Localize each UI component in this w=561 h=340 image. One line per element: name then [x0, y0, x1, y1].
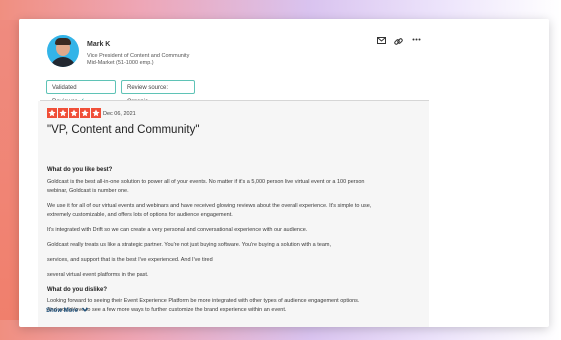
star-icon	[47, 108, 57, 118]
reviewer-segment: Mid-Market (51-1000 emp.)	[87, 60, 154, 66]
review-source-badge[interactable]: Review source: Organic	[121, 80, 195, 105]
star-icon	[91, 108, 101, 118]
like-paragraph-line: extremely customizable, and offers lots …	[47, 212, 233, 218]
avatar-body	[50, 57, 76, 67]
review-header: Mark K Vice President of Content and Com…	[19, 19, 549, 106]
show-more-label: Show More	[46, 308, 79, 314]
like-paragraph-line: Goldcast really treats us like a strateg…	[47, 242, 331, 248]
star-icon	[69, 108, 79, 118]
review-title: "VP, Content and Community"	[47, 124, 200, 136]
star-icon	[58, 108, 68, 118]
review-card: Mark K Vice President of Content and Com…	[19, 19, 549, 327]
avatar[interactable]	[47, 35, 79, 67]
review-body: Dec 06, 2021 "VP, Content and Community"…	[38, 101, 429, 327]
more-icon[interactable]	[411, 35, 421, 45]
like-paragraph-line: services, and support that is the best I…	[47, 257, 213, 263]
chevron-down-icon	[81, 307, 88, 314]
mail-icon[interactable]	[376, 37, 386, 47]
star-icon	[80, 108, 90, 118]
review-date: Dec 06, 2021	[103, 111, 136, 117]
like-paragraph-line: several virtual event platforms in the p…	[47, 272, 149, 278]
reviewer-title: Vice President of Content and Community	[87, 53, 190, 59]
link-icon[interactable]	[393, 37, 403, 47]
like-paragraph-line: It's integrated with Drift so we can cre…	[47, 227, 308, 233]
avatar-hair	[55, 38, 71, 45]
like-paragraph-line: webinar, Goldcast is number one.	[47, 188, 129, 194]
show-more-link[interactable]: Show More	[46, 307, 88, 314]
reviewer-name[interactable]: Mark K	[87, 41, 110, 48]
validated-reviewer-badge[interactable]: Validated Reviewer✓	[46, 80, 116, 105]
dislike-question: What do you dislike?	[47, 287, 108, 293]
like-question: What do you like best?	[47, 167, 113, 173]
